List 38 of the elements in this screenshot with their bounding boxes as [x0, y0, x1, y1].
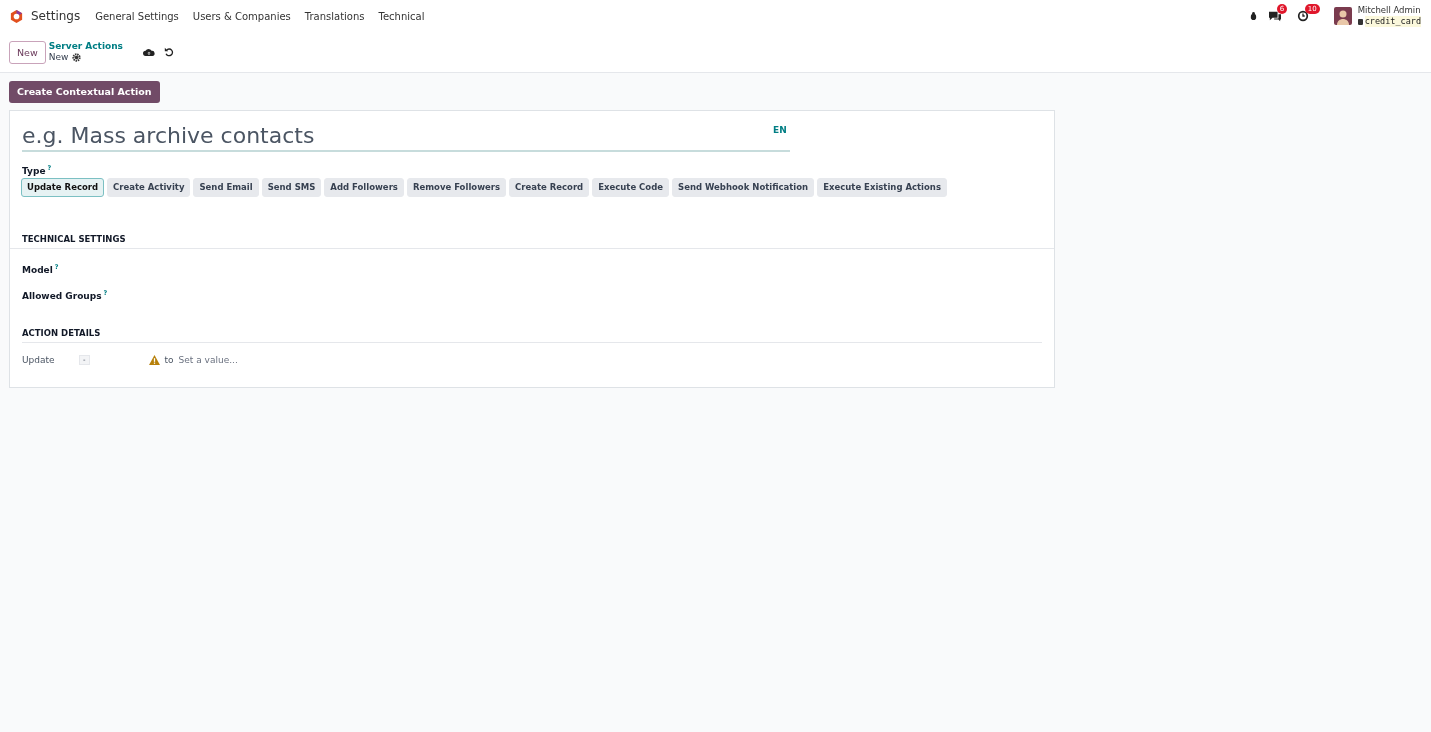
menu-item[interactable]: Translations	[304, 10, 365, 22]
app-logo-icon[interactable]	[9, 8, 24, 24]
new-button[interactable]: New	[9, 40, 46, 64]
warning-icon	[148, 354, 160, 365]
field-label: Type	[22, 165, 46, 176]
menu-item[interactable]: Technical	[378, 10, 425, 22]
type-option[interactable]: Remove Followers	[406, 177, 506, 197]
breadcrumb-link[interactable]: Server Actions	[48, 41, 123, 52]
user-name[interactable]: Mitchell Admin	[1357, 5, 1421, 16]
type-option[interactable]: Execute Code	[592, 177, 670, 197]
chat-icon[interactable]	[1267, 10, 1282, 22]
database-name: credit_card	[1364, 16, 1421, 27]
type-option[interactable]: Update Record	[21, 177, 105, 197]
clock-icon[interactable]	[1295, 10, 1310, 22]
field-label: Allowed Groups	[22, 290, 102, 301]
menu-item[interactable]: General Settings	[95, 10, 179, 22]
language-button[interactable]: EN	[773, 124, 787, 135]
type-option[interactable]: Add Followers	[324, 177, 404, 197]
update-label: Update	[22, 354, 56, 365]
value-field[interactable]: Set a value...	[178, 354, 238, 365]
menu-item[interactable]: Users & Companies	[192, 10, 291, 22]
type-option[interactable]: Create Activity	[107, 177, 191, 197]
create-contextual-action-button[interactable]: Create Contextual Action	[9, 80, 160, 103]
type-option[interactable]: Execute Existing Actions	[817, 177, 947, 197]
avatar-icon[interactable]	[1333, 7, 1352, 25]
section-title: TECHNICAL SETTINGS	[10, 233, 1054, 249]
discard-icon[interactable]	[163, 47, 174, 57]
type-option[interactable]: Send Webhook Notification	[672, 177, 815, 197]
type-option[interactable]: Create Record	[509, 177, 590, 197]
to-label: to	[164, 354, 174, 365]
type-option[interactable]: Send SMS	[261, 177, 322, 197]
cloud-upload-icon[interactable]	[142, 47, 155, 57]
type-option[interactable]: Send Email	[193, 177, 259, 197]
settings-icon[interactable]	[72, 53, 82, 62]
record-name: New	[48, 52, 69, 63]
field-label: Model	[22, 264, 53, 275]
section-title: ACTION DETAILS	[22, 327, 1042, 343]
app-name[interactable]: Settings	[31, 9, 81, 23]
